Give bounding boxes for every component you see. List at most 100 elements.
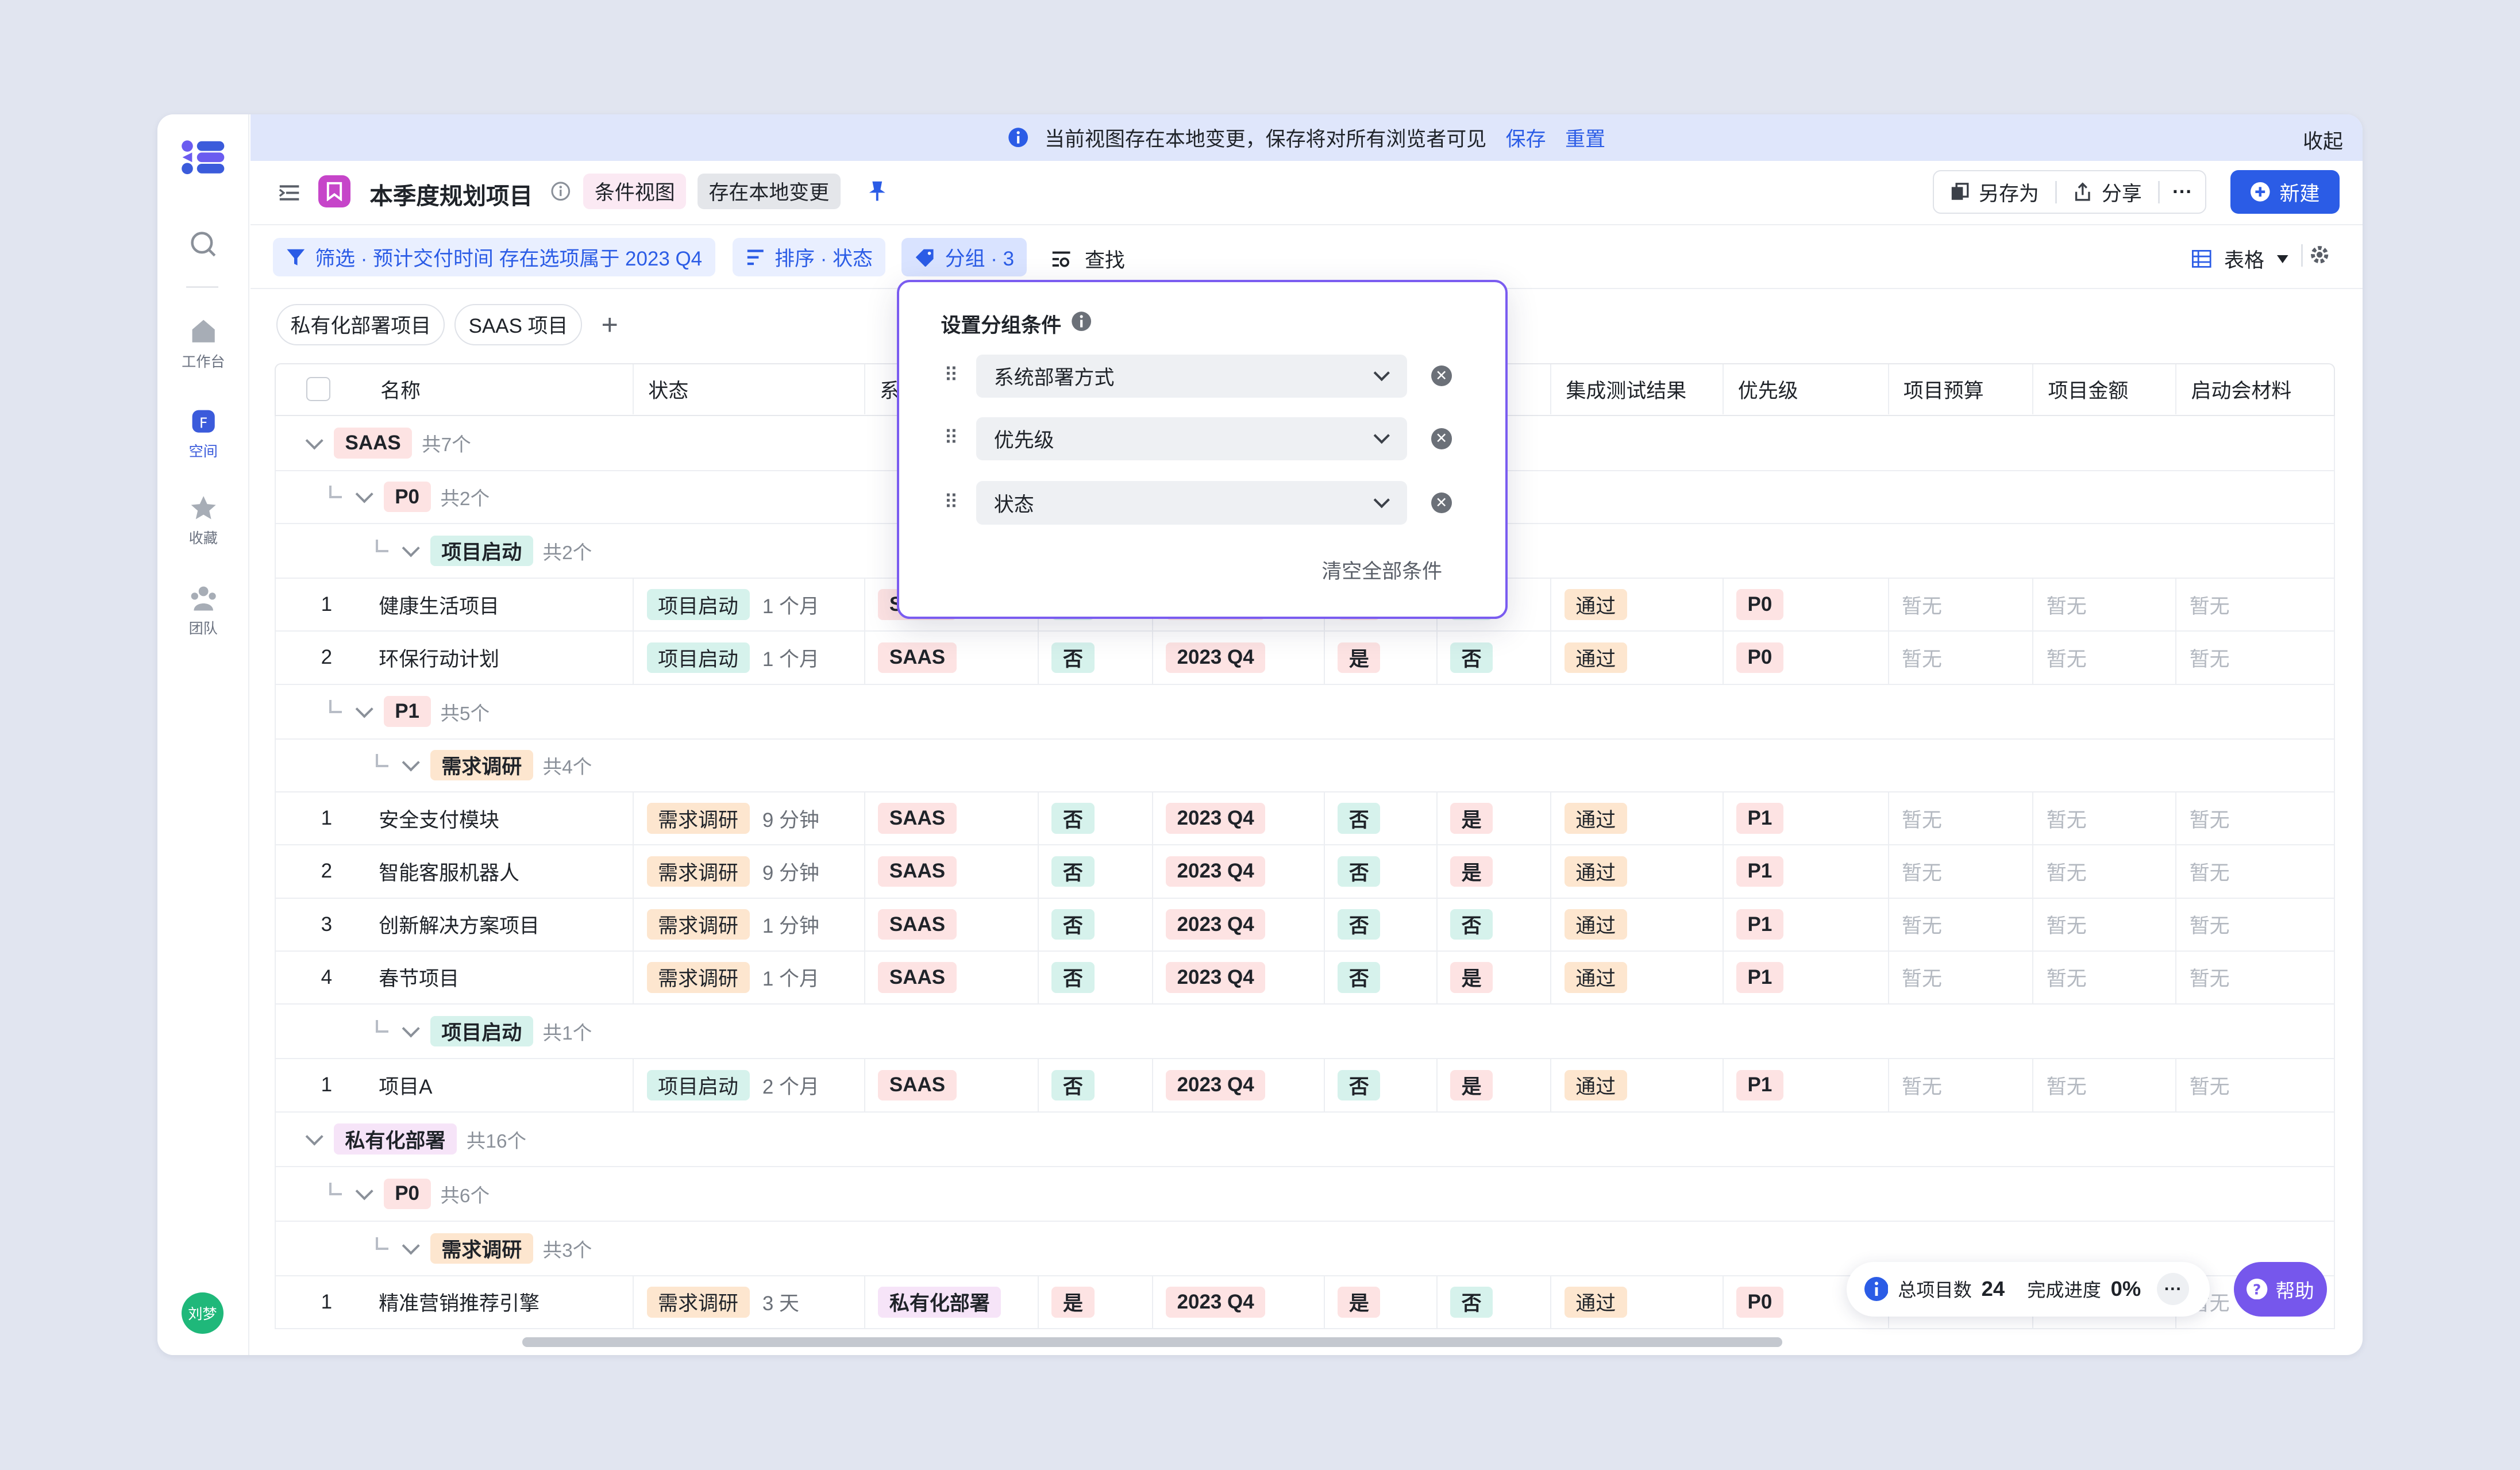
table-row[interactable]: 3 创新解决方案项目 需求调研 1 分钟 SAAS 否 2023 Q4 否 否 … xyxy=(275,898,2336,952)
row-material[interactable]: 暂无 xyxy=(2175,578,2334,631)
rail-item-space[interactable]: F 空间 xyxy=(157,407,249,461)
drag-handle-icon[interactable]: ⠿ xyxy=(944,365,958,386)
row-bool3[interactable]: 是 xyxy=(1436,1059,1551,1111)
row-quarter[interactable]: 2023 Q4 xyxy=(1151,1059,1324,1111)
row-bool2[interactable]: 否 xyxy=(1323,898,1436,951)
col-name[interactable]: 名称 xyxy=(366,364,421,414)
more-button[interactable]: ··· xyxy=(2160,171,2206,213)
group-condition-select[interactable]: 优先级 xyxy=(976,417,1407,461)
chevron-down-icon[interactable] xyxy=(355,485,373,504)
row-bool3[interactable]: 是 xyxy=(1436,845,1551,898)
row-amount[interactable]: 暂无 xyxy=(2032,951,2175,1004)
avatar[interactable]: 刘梦 xyxy=(182,1292,224,1334)
view-mode-select[interactable]: 表格 xyxy=(2192,244,2288,274)
row-deploy[interactable]: 私有化部署 xyxy=(864,1276,1038,1329)
row-priority[interactable]: P1 xyxy=(1722,898,1888,951)
search-nav[interactable] xyxy=(157,230,249,264)
chevron-down-icon[interactable] xyxy=(355,700,373,718)
settings-icon[interactable] xyxy=(2309,244,2330,265)
row-material[interactable]: 暂无 xyxy=(2175,632,2334,684)
row-status[interactable]: 项目启动 1 个月 xyxy=(633,632,864,684)
col-test[interactable]: 集成测试结果 xyxy=(1550,364,1722,414)
row-budget[interactable]: 暂无 xyxy=(1887,792,2033,845)
row-bool2[interactable]: 是 xyxy=(1323,1276,1436,1329)
row-deploy[interactable]: SAAS xyxy=(864,1059,1038,1111)
view-tab-private[interactable]: 私有化部署项目 xyxy=(276,303,445,346)
pin-icon[interactable] xyxy=(868,180,887,202)
row-bool1[interactable]: 否 xyxy=(1038,845,1152,898)
row-priority[interactable]: P1 xyxy=(1722,951,1888,1004)
row-material[interactable]: 暂无 xyxy=(2175,898,2334,951)
row-bool2[interactable]: 否 xyxy=(1323,951,1436,1004)
row-bool2[interactable]: 否 xyxy=(1323,1059,1436,1111)
row-name[interactable]: 安全支付模块 xyxy=(366,792,633,844)
drag-handle-icon[interactable]: ⠿ xyxy=(944,428,958,449)
row-deploy[interactable]: SAAS xyxy=(864,845,1038,898)
row-budget[interactable]: 暂无 xyxy=(1887,1059,2033,1111)
row-name[interactable]: 春节项目 xyxy=(366,952,633,1003)
add-view-button[interactable]: + xyxy=(601,307,618,341)
col-material[interactable]: 启动会材料 xyxy=(2175,364,2335,414)
row-deploy[interactable]: SAAS xyxy=(864,792,1038,845)
table-row[interactable]: 2 环保行动计划 项目启动 1 个月 SAAS 否 2023 Q4 是 否 通过… xyxy=(275,632,2336,685)
popover-info-icon[interactable] xyxy=(1071,311,1092,332)
row-amount[interactable]: 暂无 xyxy=(2032,578,2175,631)
row-status[interactable]: 需求调研 3 天 xyxy=(633,1276,864,1329)
row-name[interactable]: 精准营销推荐引擎 xyxy=(366,1276,633,1328)
row-budget[interactable]: 暂无 xyxy=(1887,632,2033,684)
row-quarter[interactable]: 2023 Q4 xyxy=(1151,792,1324,845)
find-button[interactable]: 查找 xyxy=(1051,244,1125,274)
drag-handle-icon[interactable]: ⠿ xyxy=(944,492,958,513)
row-priority[interactable]: P0 xyxy=(1722,578,1888,631)
row-status[interactable]: 需求调研 9 分钟 xyxy=(633,792,864,845)
row-amount[interactable]: 暂无 xyxy=(2032,898,2175,951)
row-quarter[interactable]: 2023 Q4 xyxy=(1151,845,1324,898)
group-row[interactable]: 项目启动 共1个 xyxy=(275,1005,2336,1060)
row-bool1[interactable]: 是 xyxy=(1038,1276,1152,1329)
row-deploy[interactable]: SAAS xyxy=(864,632,1038,684)
row-quarter[interactable]: 2023 Q4 xyxy=(1151,1276,1324,1329)
sidebar-toggle-icon[interactable] xyxy=(278,182,300,204)
help-button[interactable]: ? 帮助 xyxy=(2233,1261,2328,1317)
title-info-icon[interactable] xyxy=(551,182,571,201)
view-tab-saas[interactable]: SAAS 项目 xyxy=(454,303,582,346)
col-amount[interactable]: 项目金额 xyxy=(2032,364,2175,414)
row-name[interactable]: 项目A xyxy=(366,1059,633,1111)
chevron-down-icon[interactable] xyxy=(305,431,324,450)
col-deploy[interactable]: 系 xyxy=(864,364,900,414)
row-name[interactable]: 健康生活项目 xyxy=(366,579,633,630)
row-material[interactable]: 暂无 xyxy=(2175,792,2334,845)
row-bool1[interactable]: 否 xyxy=(1038,632,1152,684)
table-row[interactable]: 1 项目A 项目启动 2 个月 SAAS 否 2023 Q4 否 是 通过 P1… xyxy=(275,1059,2336,1113)
row-bool2[interactable]: 否 xyxy=(1323,845,1436,898)
row-bool1[interactable]: 否 xyxy=(1038,951,1152,1004)
row-bool1[interactable]: 否 xyxy=(1038,1059,1152,1111)
row-budget[interactable]: 暂无 xyxy=(1887,951,2033,1004)
row-status[interactable]: 需求调研 1 个月 xyxy=(633,951,864,1004)
row-quarter[interactable]: 2023 Q4 xyxy=(1151,632,1324,684)
rail-item-favorites[interactable]: 收藏 xyxy=(157,494,249,548)
remove-condition-icon[interactable]: ✕ xyxy=(1431,492,1452,514)
group-row[interactable]: P0 共6个 xyxy=(275,1167,2336,1222)
row-amount[interactable]: 暂无 xyxy=(2032,792,2175,845)
row-bool1[interactable]: 否 xyxy=(1038,792,1152,845)
row-bool3[interactable]: 是 xyxy=(1436,792,1551,845)
filter-chip[interactable]: 筛选 · 预计交付时间 存在选项属于 2023 Q4 xyxy=(273,237,715,277)
select-all-checkbox[interactable] xyxy=(306,377,331,402)
clear-all-button[interactable]: 清空全部条件 xyxy=(1321,555,1442,584)
table-row[interactable]: 2 智能客服机器人 需求调研 9 分钟 SAAS 否 2023 Q4 否 是 通… xyxy=(275,845,2336,899)
row-bool3[interactable]: 是 xyxy=(1436,951,1551,1004)
row-bool3[interactable]: 否 xyxy=(1436,632,1551,684)
row-bool3[interactable]: 否 xyxy=(1436,898,1551,951)
table-row[interactable]: 1 安全支付模块 需求调研 9 分钟 SAAS 否 2023 Q4 否 是 通过… xyxy=(275,792,2336,846)
col-status[interactable]: 状态 xyxy=(633,364,864,414)
remove-condition-icon[interactable]: ✕ xyxy=(1431,365,1452,387)
stats-more-button[interactable]: ··· xyxy=(2157,1273,2190,1306)
reset-link[interactable]: 重置 xyxy=(1565,123,1605,152)
row-priority[interactable]: P0 xyxy=(1722,632,1888,684)
chevron-down-icon[interactable] xyxy=(355,1182,373,1200)
app-logo[interactable] xyxy=(157,140,249,179)
row-test[interactable]: 通过 xyxy=(1550,792,1722,845)
chevron-down-icon[interactable] xyxy=(402,1237,421,1255)
group-row[interactable]: 私有化部署 共16个 xyxy=(275,1112,2336,1167)
